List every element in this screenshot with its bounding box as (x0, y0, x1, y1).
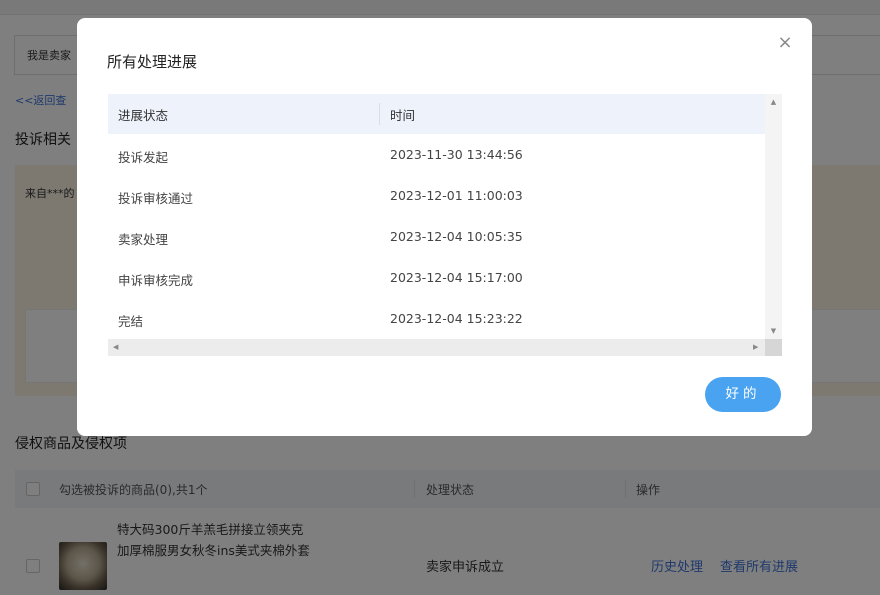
progress-time: 2023-11-30 13:44:56 (390, 147, 523, 162)
progress-status: 投诉发起 (118, 150, 169, 165)
column-header-time: 时间 (390, 108, 416, 123)
progress-table-header: 进展状态 时间 (108, 94, 765, 134)
close-icon[interactable]: × (776, 34, 794, 52)
progress-status: 卖家处理 (118, 232, 169, 247)
scroll-down-icon[interactable]: ▼ (765, 327, 782, 335)
table-row: 完结 2023-12-04 15:23:22 (108, 298, 765, 339)
horizontal-scrollbar[interactable]: ◀ ▶ (108, 339, 765, 356)
dialog-title: 所有处理进展 (107, 53, 198, 71)
ok-button[interactable]: 好的 (705, 377, 781, 412)
progress-status: 完结 (118, 314, 144, 329)
table-row: 投诉审核通过 2023-12-01 11:00:03 (108, 175, 765, 217)
scroll-up-icon[interactable]: ▲ (765, 98, 782, 106)
vertical-scrollbar[interactable]: ▲ ▼ (765, 94, 782, 339)
column-divider (379, 103, 380, 125)
table-row: 卖家处理 2023-12-04 10:05:35 (108, 216, 765, 258)
progress-time: 2023-12-04 15:17:00 (390, 270, 523, 285)
progress-time: 2023-12-01 11:00:03 (390, 188, 523, 203)
scrollbar-corner (765, 339, 782, 356)
scroll-right-icon[interactable]: ▶ (753, 343, 758, 351)
scroll-left-icon[interactable]: ◀ (113, 343, 118, 351)
progress-status: 申诉审核完成 (118, 273, 194, 288)
table-row: 投诉发起 2023-11-30 13:44:56 (108, 134, 765, 176)
column-header-progress-status: 进展状态 (118, 108, 169, 123)
progress-dialog: 所有处理进展 × 进展状态 时间 投诉发起 2023-11-30 13:44:5… (77, 18, 812, 436)
progress-status: 投诉审核通过 (118, 191, 194, 206)
progress-time: 2023-12-04 10:05:35 (390, 229, 523, 244)
progress-time: 2023-12-04 15:23:22 (390, 311, 523, 326)
progress-table: 进展状态 时间 投诉发起 2023-11-30 13:44:56 投诉审核通过 … (108, 94, 782, 356)
table-row: 申诉审核完成 2023-12-04 15:17:00 (108, 257, 765, 299)
